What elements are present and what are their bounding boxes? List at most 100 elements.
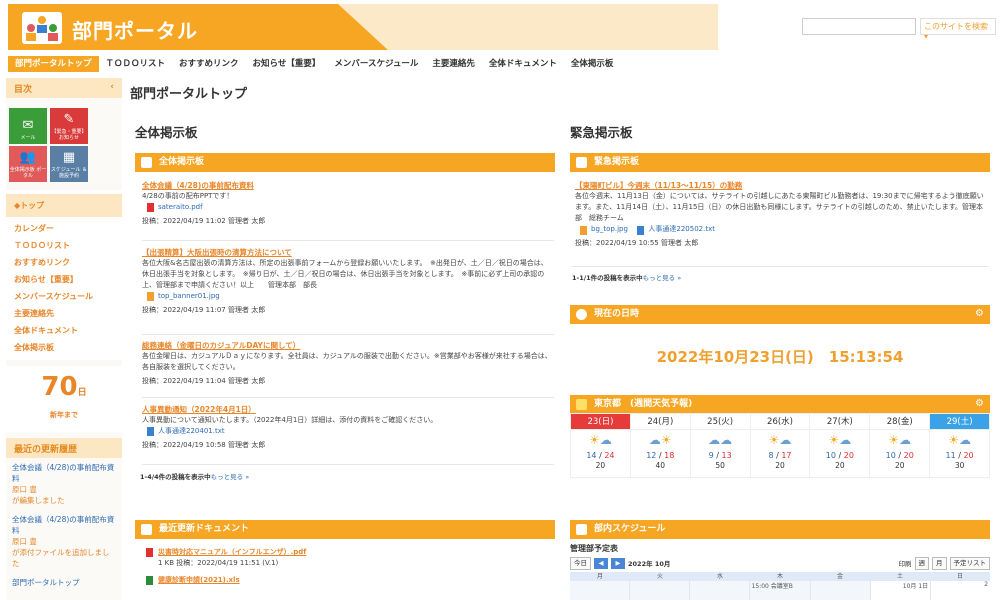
temp-high: 24 xyxy=(604,451,615,460)
sidebar-item-todo[interactable]: ＴＯＤＯリスト xyxy=(6,237,122,254)
countdown-unit: 日 xyxy=(77,388,87,398)
post-title[interactable]: 総務連絡（金曜日のカジュアルDAYに関して） xyxy=(142,340,552,351)
site-title: 部門ポータル xyxy=(72,19,198,43)
nav-item-board[interactable]: 全体掲示板 xyxy=(564,56,621,72)
nav-item-portal-top[interactable]: 部門ポータルトップ xyxy=(8,56,99,72)
cloudy-icon: ☁☁ xyxy=(708,433,733,447)
sidebar-item-board[interactable]: 全体掲示板 xyxy=(6,339,122,356)
calendar-cell[interactable] xyxy=(689,581,750,600)
weekday-header: 火 xyxy=(656,573,663,580)
post-body: 人事異動について通知いたします。（2022年4月1日）詳細は、添付の資料をご確認… xyxy=(142,416,438,424)
sidebar-menu: ◆トップ カレンダー ＴＯＤＯリスト おすすめリンク お知らせ【重要】 メンバー… xyxy=(6,190,122,360)
prev-arrow-icon[interactable]: ◀ xyxy=(594,557,608,569)
tile-urgent[interactable]: ✎ 【緊急・重要】 お知らせ xyxy=(50,108,88,144)
datetime-panel-header: 現在の日時 ⚙ xyxy=(570,305,990,324)
post-title[interactable]: 【出張精算】大阪出張時の清算方法について xyxy=(142,247,552,258)
history-link[interactable]: 全体会議（4/28)の事前配布資料 xyxy=(12,462,116,484)
calendar-icon xyxy=(576,524,587,535)
text-attachment-link[interactable]: 人事通達220401.txt xyxy=(142,426,552,437)
sidebar-item-notice[interactable]: お知らせ【重要】 xyxy=(6,271,122,288)
calendar-cell[interactable]: 10月 1日 xyxy=(871,581,932,600)
search-input[interactable] xyxy=(802,18,916,35)
nav-item-todo[interactable]: ＴＯＤＯリスト xyxy=(99,56,173,72)
weekday-header: 日 xyxy=(956,573,963,580)
urgent-count-text: 1-1/1件の投稿を表示中 xyxy=(572,274,643,282)
toc-header[interactable]: 目次 ‹ xyxy=(6,78,122,98)
next-arrow-icon[interactable]: ▶ xyxy=(611,557,625,569)
weekday-header: 金 xyxy=(836,573,843,580)
urgent-post: 【東陽町ビル】今週末（11/13～11/15）の勤務 各位今週末、11月13日（… xyxy=(575,180,987,249)
tile-schedule[interactable]: ▦ スケジュール ＆施設予約 xyxy=(50,146,88,182)
sidebar-item-links[interactable]: おすすめリンク xyxy=(6,254,122,271)
calendar-cell[interactable] xyxy=(811,581,872,600)
chevron-left-icon[interactable]: ‹ xyxy=(110,82,114,92)
tile-label: スケジュール ＆施設予約 xyxy=(50,167,88,179)
post-meta: 投稿：2022/04/19 10:58 管理者 太郎 xyxy=(142,441,266,449)
calendar-cell[interactable]: 15:00 会議室B xyxy=(749,581,812,600)
doc-title[interactable]: 健康診断申請(2021).xls xyxy=(144,575,554,586)
image-attachment-link[interactable]: bg_top.jpg xyxy=(575,225,628,233)
board-icon xyxy=(141,157,152,168)
weather-date: 25(火) xyxy=(690,414,750,430)
temp-high: 20 xyxy=(903,451,914,460)
rain-chance: 20 xyxy=(894,461,905,470)
week-view-button[interactable]: 週 xyxy=(914,556,929,570)
post-body: 各位大阪&名古屋出張の清算方法は、所定の出張事前フォームから登録お願いいたします… xyxy=(142,259,548,289)
board-more-link[interactable]: もっと見る » xyxy=(211,473,250,481)
temp-low: 10 xyxy=(825,451,836,460)
doc-title[interactable]: 災害時対応マニュアル（インフルエンザ）.pdf xyxy=(144,547,554,558)
temp-high: 20 xyxy=(963,451,974,460)
nav-item-contacts[interactable]: 主要連絡先 xyxy=(425,56,482,72)
weather-date: 29(土) xyxy=(930,414,990,430)
gear-icon[interactable]: ⚙ xyxy=(975,308,984,319)
weather-day: 27(木) ☀☁ 10 / 20 20 xyxy=(810,414,871,477)
nav-item-notice[interactable]: お知らせ【重要】 xyxy=(246,56,328,72)
calendar-cell[interactable] xyxy=(570,581,630,600)
print-button[interactable]: 印刷 xyxy=(899,558,912,568)
calendar-event[interactable]: 15:00 会議室B xyxy=(752,583,793,590)
post-title[interactable]: 人事異動通知（2022年4月1日） xyxy=(142,404,552,415)
nav-item-links[interactable]: おすすめリンク xyxy=(172,56,246,72)
tile-mail[interactable]: ✉ メール xyxy=(9,108,47,144)
month-view-button[interactable]: 月 xyxy=(932,556,947,570)
schedule-title: 管理部予定表 xyxy=(570,544,618,553)
board-count-text: 1-4/4件の投稿を表示中 xyxy=(140,473,211,481)
sidebar-item-documents[interactable]: 全体ドキュメント xyxy=(6,322,122,339)
weather-day: 24(月) ☁☀ 12 / 18 40 xyxy=(630,414,691,477)
site-banner[interactable]: 部門ポータル xyxy=(8,4,718,50)
image-attachment-link[interactable]: top_banner01.jpg xyxy=(142,291,552,302)
weather-day: 28(金) ☀☁ 10 / 20 20 xyxy=(870,414,931,477)
board-post: 【出張精算】大阪出張時の清算方法について 各位大阪&名古屋出張の清算方法は、所定… xyxy=(142,247,552,316)
weekday-header: 水 xyxy=(716,573,723,580)
sunny-cloudy-icon: ☀☁ xyxy=(828,433,852,447)
tile-board[interactable]: 👥 全体掲示板 ポータル xyxy=(9,146,47,182)
nav-item-member-schedule[interactable]: メンバースケジュール xyxy=(327,56,425,72)
nav-item-documents[interactable]: 全体ドキュメント xyxy=(482,56,564,72)
urgent-more-link[interactable]: もっと見る » xyxy=(643,274,682,282)
temp-low: 12 xyxy=(646,451,657,460)
calendar-cell[interactable] xyxy=(629,581,690,600)
history-user[interactable]: 原口 豊 xyxy=(12,484,116,495)
sidebar-item-top[interactable]: ◆トップ xyxy=(6,194,122,217)
agenda-view-button[interactable]: 予定リスト xyxy=(949,556,990,570)
history-user[interactable]: 原口 豊 xyxy=(12,536,116,547)
history-link[interactable]: 全体会議（4/28)の事前配布資料 xyxy=(12,514,116,536)
post-body: 各位金曜日は、カジュアルＤａｙになります。全社員は、カジュアルの服装で出勤くださ… xyxy=(142,352,552,371)
pdf-attachment-link[interactable]: sateraito.pdf xyxy=(142,202,552,213)
board-icon xyxy=(576,157,587,168)
sidebar-item-calendar[interactable]: カレンダー xyxy=(6,220,122,237)
people-icon: 👥 xyxy=(19,150,37,165)
pencil-icon: ✎ xyxy=(63,112,75,127)
text-attachment-link[interactable]: 人事通達220502.txt xyxy=(632,225,715,233)
calendar-cell[interactable]: 2 xyxy=(931,581,990,600)
gear-icon[interactable]: ⚙ xyxy=(975,398,984,409)
rain-chance: 20 xyxy=(775,461,785,470)
sidebar-item-contacts[interactable]: 主要連絡先 xyxy=(6,305,122,322)
sidebar-item-member-schedule[interactable]: メンバースケジュール xyxy=(6,288,122,305)
search-button[interactable]: このサイトを検索 ▾ xyxy=(920,18,996,41)
post-title[interactable]: 全体会議（4/28)の事前配布資料 xyxy=(142,180,552,191)
history-link[interactable]: 部門ポータルトップ xyxy=(12,577,116,588)
post-title[interactable]: 【東陽町ビル】今週末（11/13～11/15）の勤務 xyxy=(575,180,987,191)
sun-cloud-icon xyxy=(576,399,587,410)
today-button[interactable]: 今日 xyxy=(570,556,591,570)
